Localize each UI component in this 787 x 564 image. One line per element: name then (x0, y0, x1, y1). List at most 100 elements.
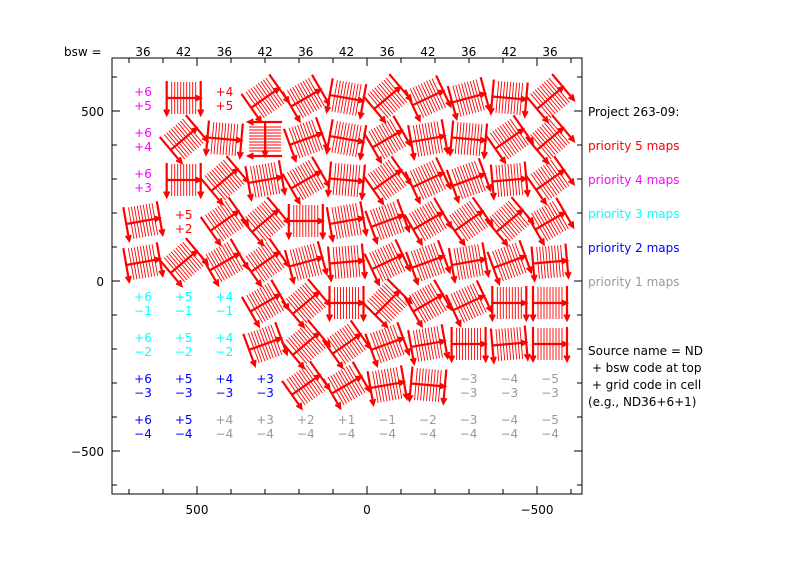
grid-cell-code: +6−2 (134, 331, 152, 359)
grid-code: −4 (500, 427, 518, 441)
map-footprint-icon (362, 155, 413, 206)
grid-code: −4 (541, 427, 559, 441)
map-footprint-icon (362, 73, 413, 124)
bsw-code: +3 (256, 372, 274, 386)
map-footprint-icon (445, 279, 493, 328)
map-footprint-icon (366, 365, 410, 407)
grid-cell-code: +6−4 (134, 413, 152, 441)
legend-note-line: Source name = ND (588, 344, 703, 358)
map-footprint-icon (362, 278, 413, 329)
grid-code: −1 (175, 304, 193, 318)
map-footprint-icon (325, 161, 367, 201)
map-footprint-icon (281, 319, 332, 370)
map-footprint-icon (448, 327, 490, 364)
bsw-code: +4 (216, 372, 234, 386)
grid-code: −4 (378, 427, 396, 441)
grid-code: −3 (460, 386, 478, 400)
map-footprint-icon (487, 79, 529, 119)
grid-cell-code: +5+2 (175, 208, 193, 236)
map-footprint-icon (530, 243, 572, 283)
map-footprint-icon (281, 156, 331, 206)
bsw-label: bsw = (64, 45, 102, 59)
grid-code: −3 (134, 386, 152, 400)
bsw-code: +6 (134, 167, 152, 181)
bsw-value: 36 (135, 45, 150, 59)
bsw-value: 42 (176, 45, 191, 59)
x-tick-label: 0 (363, 503, 371, 517)
map-footprint-icon (163, 163, 205, 200)
bsw-code: +5 (175, 372, 193, 386)
map-footprint-icon (529, 327, 571, 364)
bsw-value: 42 (339, 45, 354, 59)
bsw-code: +3 (256, 413, 274, 427)
grid-code: −2 (216, 345, 234, 359)
map-footprint-icon (364, 321, 411, 368)
bsw-code: −4 (500, 372, 518, 386)
bsw-code: +6 (134, 126, 152, 140)
map-footprint-icon (489, 161, 531, 201)
map-footprint-icon (199, 155, 250, 206)
map-footprint-icon (486, 239, 533, 286)
bsw-code: −5 (541, 413, 559, 427)
bsw-value: 36 (461, 45, 476, 59)
map-footprint-icon (363, 238, 411, 287)
map-footprint-icon (406, 366, 448, 406)
bsw-code: +5 (175, 331, 193, 345)
grid-code: −4 (460, 427, 478, 441)
map-footprint-icon (242, 321, 289, 368)
bsw-code: −1 (378, 413, 396, 427)
map-footprint-icon (324, 78, 368, 120)
grid-cell-code: +4−2 (216, 331, 234, 359)
bsw-code: +6 (134, 290, 152, 304)
map-footprint-icon (447, 242, 491, 284)
x-tick-label: 500 (186, 503, 209, 517)
bsw-values: 36 42 36 42 36 42 36 42 36 42 36 (135, 45, 557, 59)
legend-priority-5: priority 5 maps (588, 139, 679, 153)
y-tick-label: −500 (71, 445, 104, 459)
map-footprint-icon (447, 120, 489, 160)
grid-cell-code: +4−4 (216, 413, 234, 441)
grid-cell-code: +3−3 (256, 372, 274, 400)
legend-priority-2: priority 2 maps (588, 241, 679, 255)
map-footprint-icon (407, 119, 451, 161)
grid-cell-code: −2−4 (419, 413, 437, 441)
grid-code: −1 (216, 304, 234, 318)
map-footprint-icon (244, 160, 288, 202)
map-coverage-diagram: +6+5+4+5+6+4+6+3+5+2+6−1+5−1+4−1+6−2+5−2… (64, 45, 703, 517)
bsw-code: +6 (134, 85, 152, 99)
grid-cell-code: +2−4 (297, 413, 315, 441)
grid-code: +4 (134, 140, 152, 154)
bsw-code: −3 (460, 413, 478, 427)
map-footprint-icon (240, 73, 291, 124)
grid-cell-code: +4−1 (216, 290, 234, 318)
grid-code: −4 (216, 427, 234, 441)
grid-code: −2 (134, 345, 152, 359)
x-tick-label: −500 (521, 503, 554, 517)
map-footprint-icon (488, 286, 530, 323)
grid-cell-code: −3−4 (460, 413, 478, 441)
grid-code: +5 (134, 99, 152, 113)
bsw-value: 42 (502, 45, 517, 59)
map-footprint-icon (240, 237, 291, 288)
grid-code: −4 (419, 427, 437, 441)
map-footprint-icon (445, 157, 492, 204)
grid-cell-code: −5−3 (541, 372, 559, 400)
legend-note-line: + grid code in cell (588, 378, 701, 392)
map-footprint-icon (324, 119, 368, 161)
grid-code: −4 (175, 427, 193, 441)
y-tick-label: 0 (96, 275, 104, 289)
grid-code: −3 (541, 386, 559, 400)
grid-code: −3 (175, 386, 193, 400)
grid-cell-code: +4+5 (216, 85, 234, 113)
grid-cell-code: +6+5 (134, 85, 152, 113)
bsw-code: +6 (134, 372, 152, 386)
map-footprint-icon (407, 324, 451, 366)
grid-code: −4 (338, 427, 356, 441)
map-footprint-icon (245, 118, 283, 160)
grid-cell-code: +5−3 (175, 372, 193, 400)
map-footprint-icon (405, 239, 452, 286)
grid-cell-code: +5−4 (175, 413, 193, 441)
legend: Project 263-09: priority 5 maps priority… (588, 105, 703, 409)
map-footprint-icon (283, 240, 329, 286)
bsw-code: +4 (216, 85, 234, 99)
